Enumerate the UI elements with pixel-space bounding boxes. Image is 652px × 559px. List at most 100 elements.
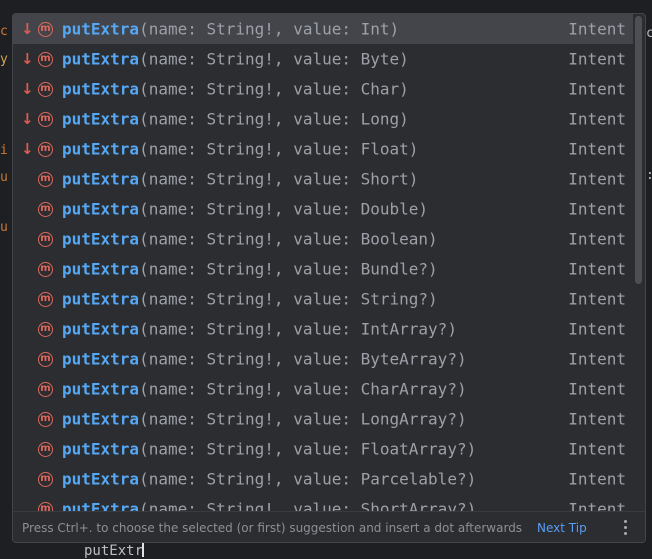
completion-item-label: putExtra(name: String!, value: Boolean) bbox=[62, 230, 438, 249]
method-m-icon: m bbox=[38, 111, 53, 127]
method-m-icon: m bbox=[38, 321, 53, 337]
completion-item[interactable]: ↓ m putExtra(name: String!, value: Byte) In… bbox=[13, 44, 633, 74]
editor-edge-glyph: c bbox=[646, 26, 652, 41]
completion-item-label: putExtra(name: String!, value: Char) bbox=[62, 80, 409, 99]
completion-item-label: putExtra(name: String!, value: Long) bbox=[62, 110, 409, 129]
method-name: putExtra bbox=[62, 139, 140, 159]
method-m-icon: m bbox=[38, 441, 53, 457]
method-name: putExtra bbox=[62, 259, 140, 279]
method-m-icon: m bbox=[38, 351, 53, 367]
method-name: putExtra bbox=[62, 289, 140, 309]
method-name: putExtra bbox=[62, 169, 140, 189]
completion-item-label: putExtra(name: String!, value: ShortArra… bbox=[62, 500, 476, 512]
method-name: putExtra bbox=[62, 229, 140, 249]
method-m-icon: m bbox=[38, 261, 53, 277]
down-arrow-icon: ↓ bbox=[21, 80, 34, 98]
editor-edge-glyph: : bbox=[646, 168, 652, 183]
completion-footer: Press Ctrl+. to choose the selected (or … bbox=[13, 511, 645, 542]
completion-item[interactable]: m putExtra(name: String!, value: CharArra… bbox=[13, 374, 633, 404]
method-m-icon: m bbox=[38, 51, 53, 67]
method-signature: (name: String!, value: Int) bbox=[139, 19, 400, 39]
completion-item-label: putExtra(name: String!, value: Bundle?) bbox=[62, 260, 438, 279]
down-arrow-icon: ↓ bbox=[21, 140, 34, 158]
completion-item[interactable]: m putExtra(name: String!, value: Double) I… bbox=[13, 194, 633, 224]
method-signature: (name: String!, value: String?) bbox=[139, 289, 438, 309]
completion-item[interactable]: m putExtra(name: String!, value: Parcelab… bbox=[13, 464, 633, 494]
editor-edge-glyph: y bbox=[0, 52, 8, 67]
return-type: Intent bbox=[568, 169, 626, 189]
return-type: Intent bbox=[568, 199, 626, 219]
completion-item[interactable]: m putExtra(name: String!, value: IntArray… bbox=[13, 314, 633, 344]
return-type: Intent bbox=[568, 109, 626, 129]
method-name: putExtra bbox=[62, 439, 140, 459]
editor-edge-glyph: c bbox=[0, 24, 8, 39]
more-vertical-icon[interactable] bbox=[619, 516, 631, 538]
down-arrow-icon: ↓ bbox=[21, 50, 34, 68]
method-m-icon: m bbox=[38, 81, 53, 97]
method-signature: (name: String!, value: CharArray?) bbox=[139, 379, 467, 399]
method-m-icon: m bbox=[38, 501, 53, 511]
completion-item[interactable]: m putExtra(name: String!, value: ByteArra… bbox=[13, 344, 633, 374]
completion-popup: ↓ m putExtra(name: String!, value: Int) Int… bbox=[12, 13, 646, 543]
method-name: putExtra bbox=[62, 409, 140, 429]
method-signature: (name: String!, value: Char) bbox=[139, 79, 409, 99]
return-type: Intent bbox=[568, 499, 626, 512]
return-type: Intent bbox=[568, 409, 626, 429]
method-signature: (name: String!, value: Parcelable?) bbox=[139, 469, 477, 489]
completion-item[interactable]: ↓ m putExtra(name: String!, value: Long) In… bbox=[13, 104, 633, 134]
scrollbar-thumb[interactable] bbox=[635, 16, 642, 284]
completion-item-label: putExtra(name: String!, value: Short) bbox=[62, 170, 418, 189]
method-m-icon: m bbox=[38, 171, 53, 187]
return-type: Intent bbox=[568, 229, 626, 249]
next-tip-link[interactable]: Next Tip bbox=[537, 521, 587, 535]
completion-item[interactable]: m putExtra(name: String!, value: Boolean)… bbox=[13, 224, 633, 254]
method-name: putExtra bbox=[62, 19, 140, 39]
method-name: putExtra bbox=[62, 109, 140, 129]
method-signature: (name: String!, value: IntArray?) bbox=[139, 319, 457, 339]
method-signature: (name: String!, value: Boolean) bbox=[139, 229, 438, 249]
method-signature: (name: String!, value: FloatArray?) bbox=[139, 439, 477, 459]
completion-item[interactable]: m putExtra(name: String!, value: FloatArr… bbox=[13, 434, 633, 464]
method-signature: (name: String!, value: Long) bbox=[139, 109, 409, 129]
completion-item[interactable]: ↓ m putExtra(name: String!, value: Int) Int… bbox=[13, 14, 633, 44]
method-name: putExtra bbox=[62, 49, 140, 69]
method-signature: (name: String!, value: Double) bbox=[139, 199, 429, 219]
completion-item[interactable]: m putExtra(name: String!, value: String?)… bbox=[13, 284, 633, 314]
completion-item-label: putExtra(name: String!, value: Int) bbox=[62, 20, 399, 39]
method-name: putExtra bbox=[62, 79, 140, 99]
completion-item[interactable]: m putExtra(name: String!, value: Short) In… bbox=[13, 164, 633, 194]
footer-hint: Press Ctrl+. to choose the selected (or … bbox=[22, 520, 523, 535]
completion-item[interactable]: ↓ m putExtra(name: String!, value: Char) In… bbox=[13, 74, 633, 104]
editor-edge-glyph: i bbox=[0, 143, 8, 158]
down-arrow-icon: ↓ bbox=[21, 20, 34, 38]
method-name: putExtra bbox=[62, 379, 140, 399]
completion-list: ↓ m putExtra(name: String!, value: Int) Int… bbox=[13, 14, 633, 511]
method-name: putExtra bbox=[62, 469, 140, 489]
method-signature: (name: String!, value: Bundle?) bbox=[139, 259, 438, 279]
text-caret bbox=[142, 543, 144, 557]
completion-item-label: putExtra(name: String!, value: Double) bbox=[62, 200, 428, 219]
completion-item[interactable]: ↓ m putExtra(name: String!, value: Float) I… bbox=[13, 134, 633, 164]
return-type: Intent bbox=[568, 139, 626, 159]
return-type: Intent bbox=[568, 319, 626, 339]
editor-edge-glyph: u bbox=[0, 220, 8, 235]
editor-edge-glyph: u bbox=[0, 170, 8, 185]
method-name: putExtra bbox=[62, 499, 140, 512]
completion-item[interactable]: m putExtra(name: String!, value: ShortArr… bbox=[13, 494, 633, 511]
return-type: Intent bbox=[568, 439, 626, 459]
completion-item-label: putExtra(name: String!, value: CharArray… bbox=[62, 380, 467, 399]
method-m-icon: m bbox=[38, 21, 53, 37]
return-type: Intent bbox=[568, 49, 626, 69]
method-m-icon: m bbox=[38, 471, 53, 487]
method-m-icon: m bbox=[38, 381, 53, 397]
completion-item-label: putExtra(name: String!, value: FloatArra… bbox=[62, 440, 476, 459]
completion-item[interactable]: m putExtra(name: String!, value: Bundle?)… bbox=[13, 254, 633, 284]
return-type: Intent bbox=[568, 259, 626, 279]
return-type: Intent bbox=[568, 289, 626, 309]
down-arrow-icon: ↓ bbox=[21, 110, 34, 128]
method-signature: (name: String!, value: ByteArray?) bbox=[139, 349, 467, 369]
completion-item[interactable]: m putExtra(name: String!, value: LongArra… bbox=[13, 404, 633, 434]
method-signature: (name: String!, value: ShortArray?) bbox=[139, 499, 477, 512]
method-m-icon: m bbox=[38, 231, 53, 247]
method-m-icon: m bbox=[38, 291, 53, 307]
